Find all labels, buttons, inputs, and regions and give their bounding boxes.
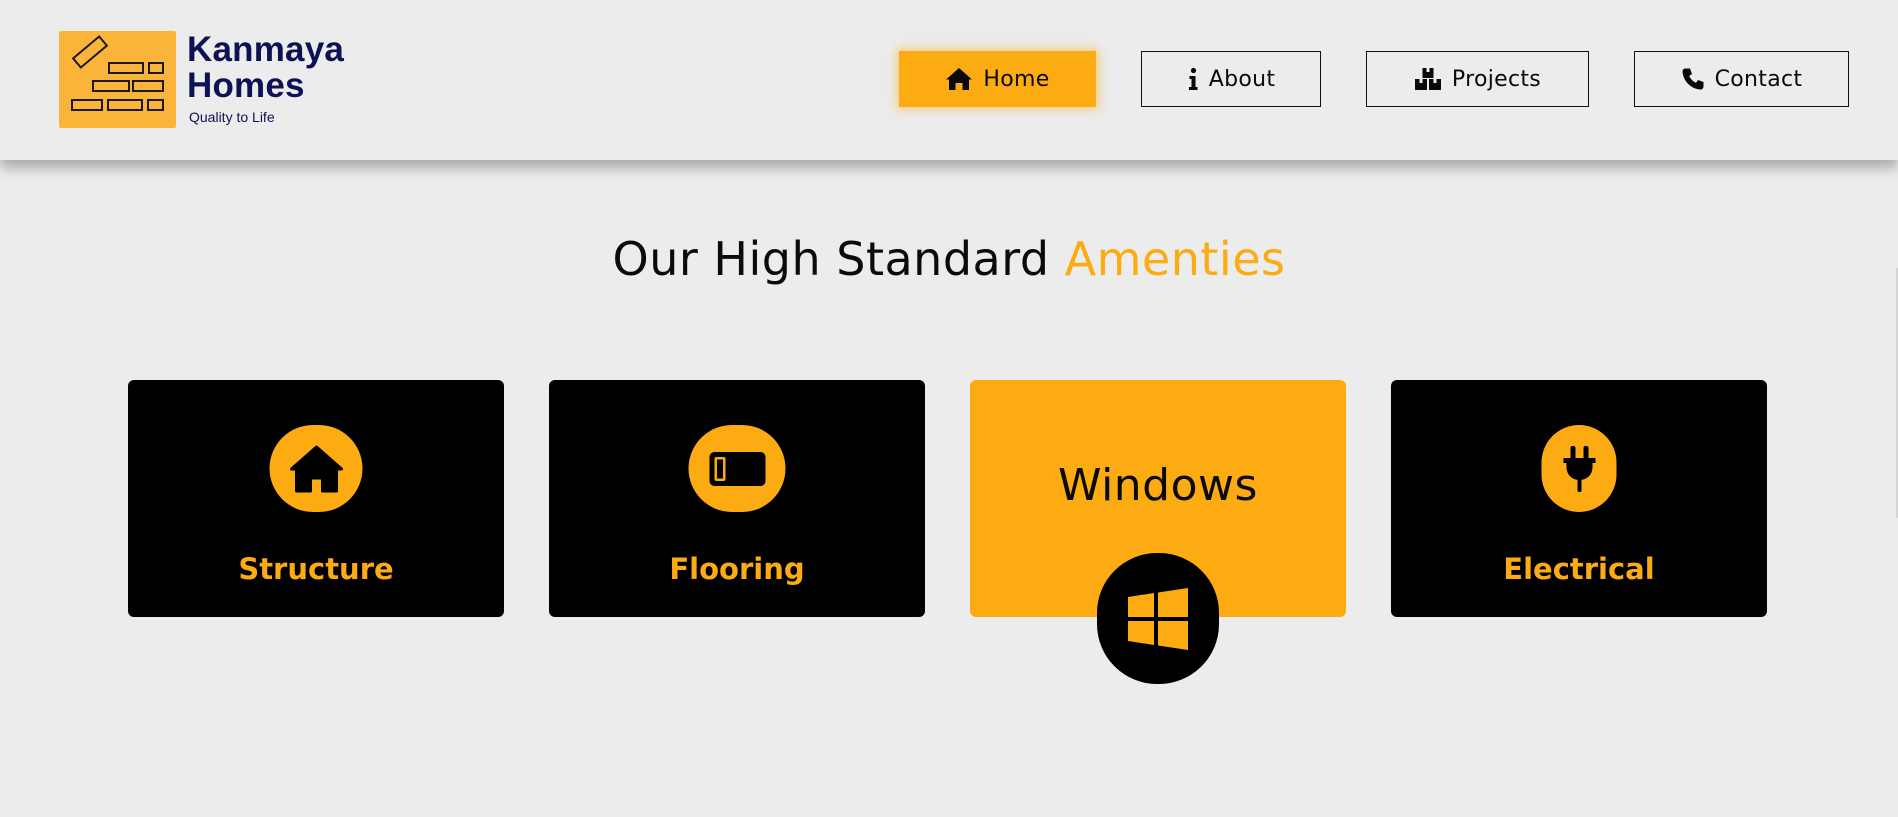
nav-projects-button[interactable]: Projects [1366,51,1589,107]
section-title: Our High Standard Amenties [0,232,1898,286]
brand-name: Kanmaya Homes [187,32,344,104]
site-header: Kanmaya Homes Quality to Life Home About… [0,0,1898,160]
brand-tagline: Quality to Life [189,109,275,125]
amenity-card-flooring[interactable]: Flooring [549,380,925,617]
windows-icon [1097,553,1219,684]
floor-tile-icon [688,425,786,512]
house-icon [269,425,363,512]
nav-projects-label: Projects [1451,66,1542,92]
brand-logo[interactable]: Kanmaya Homes Quality to Life [59,30,359,130]
amenity-label-windows: Windows [1058,460,1258,511]
nav-about-button[interactable]: About [1141,51,1321,107]
phone-icon [1682,68,1704,90]
nav-home-button[interactable]: Home [899,51,1096,107]
nav-contact-button[interactable]: Contact [1634,51,1849,107]
boxes-icon [1414,68,1441,90]
amenity-card-structure[interactable]: Structure [128,380,504,617]
info-icon [1188,67,1198,90]
nav-home-label: Home [983,66,1050,92]
amenity-label-structure: Structure [238,552,394,586]
amenity-label-flooring: Flooring [669,552,805,586]
nav-about-label: About [1208,66,1276,92]
plug-icon [1541,425,1617,512]
amenity-label-electrical: Electrical [1503,552,1655,586]
bricks-icon [59,31,176,128]
home-icon [946,68,973,90]
section-title-main: Our High Standard [612,232,1050,286]
amenity-card-windows[interactable]: Windows [970,380,1346,684]
nav-contact-label: Contact [1714,66,1803,92]
amenity-card-electrical[interactable]: Electrical [1391,380,1767,617]
brand-name-line1: Kanmaya [187,30,345,69]
brand-name-line2: Homes [187,66,305,105]
section-title-accent: Amenties [1064,232,1286,286]
